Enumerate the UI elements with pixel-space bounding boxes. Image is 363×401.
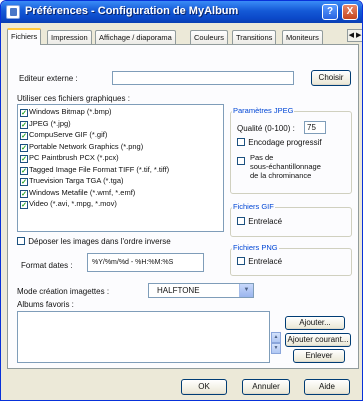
app-icon xyxy=(6,5,20,19)
arrow-down-icon[interactable]: ▼ xyxy=(271,343,281,354)
favorite-albums-list[interactable] xyxy=(17,311,270,363)
checkbox-gif[interactable]: ✓ xyxy=(20,132,28,140)
graphic-files-label: Utiliser ces fichiers graphiques : xyxy=(17,94,130,103)
tab-affichage-diaporama[interactable]: Affichage / diaporama xyxy=(95,30,176,44)
no-subsampling-label: Pas de sous-échantillonnage de la chromi… xyxy=(250,153,321,180)
checkbox-png[interactable]: ✓ xyxy=(20,143,28,152)
png-interlace-checkbox[interactable] xyxy=(237,257,245,265)
help-button[interactable]: ? xyxy=(322,4,338,20)
tab-moniteurs[interactable]: Moniteurs xyxy=(282,30,323,44)
list-item[interactable]: ✓ Portable Network Graphics (*.png) xyxy=(18,141,223,153)
remove-button[interactable]: Enlever xyxy=(293,349,345,363)
help-footer-button[interactable]: Aide xyxy=(304,379,350,395)
list-item[interactable]: ✓ Truevision Targa TGA (*.tga) xyxy=(18,175,223,187)
list-item[interactable]: ✓ Windows Metafile (*.wmf, *.emf) xyxy=(18,187,223,199)
thumbnail-mode-label: Mode création imagettes : xyxy=(17,287,110,296)
tab-panel-fichiers: Editeur externe : Choisir Utiliser ces f… xyxy=(7,44,359,369)
checkbox-wmf[interactable]: ✓ xyxy=(20,189,28,198)
preferences-dialog: Préférences - Configuration de MyAlbum ?… xyxy=(0,0,363,401)
list-item[interactable]: ✓ Tagged Image File Format TIFF (*.tif, *… xyxy=(18,164,223,176)
gif-group-title: Fichiers GIF xyxy=(232,202,275,211)
checkbox-tiff[interactable]: ✓ xyxy=(20,166,28,175)
title-bar[interactable]: Préférences - Configuration de MyAlbum ?… xyxy=(1,1,362,23)
tab-scroll-arrows-icon[interactable]: ◀ ▶ xyxy=(347,29,362,42)
window-title: Préférences - Configuration de MyAlbum xyxy=(25,5,239,17)
reverse-order-option[interactable]: Déposer les images dans l'ordre inverse xyxy=(17,237,171,246)
date-format-input[interactable]: %Y/%m/%d - %H:%M:%S xyxy=(87,253,204,272)
list-item[interactable]: ✓ JPEG (*.jpg) xyxy=(18,118,223,130)
list-item[interactable]: ✓ PC Paintbrush PCX (*.pcx) xyxy=(18,152,223,164)
jpeg-settings-title: Paramètres JPEG xyxy=(232,106,295,115)
quality-input[interactable]: 75 xyxy=(304,121,326,134)
arrow-up-icon[interactable]: ▲ xyxy=(271,332,281,343)
checkbox-bmp[interactable]: ✓ xyxy=(20,109,28,117)
add-button[interactable]: Ajouter... xyxy=(285,316,345,330)
gif-interlace-option[interactable]: Entrelacé xyxy=(237,217,282,226)
checkbox-jpeg[interactable]: ✓ xyxy=(20,120,28,129)
tab-fichiers[interactable]: Fichiers xyxy=(7,28,42,45)
list-item[interactable]: ✓ Windows Bitmap (*.bmp) xyxy=(18,106,223,118)
tab-transitions[interactable]: Transitions xyxy=(232,30,277,44)
close-button[interactable]: X xyxy=(342,4,358,20)
date-format-label: Format dates : xyxy=(21,261,73,270)
gif-interlace-checkbox[interactable] xyxy=(237,217,245,225)
cancel-button[interactable]: Annuler xyxy=(242,379,290,395)
chevron-down-icon[interactable]: ▼ xyxy=(239,284,253,297)
list-item[interactable]: ✓ CompuServe GIF (*.gif) xyxy=(18,129,223,141)
png-group-title: Fichiers PNG xyxy=(232,243,279,252)
progressive-checkbox[interactable] xyxy=(237,138,245,146)
favorite-albums-label: Albums favoris : xyxy=(17,300,74,309)
checkbox-video[interactable]: ✓ xyxy=(20,201,28,209)
choose-button[interactable]: Choisir xyxy=(311,70,351,86)
checkbox-pcx[interactable]: ✓ xyxy=(20,155,28,163)
graphic-files-list[interactable]: ✓ Windows Bitmap (*.bmp) ✓ JPEG (*.jpg) ✓ C… xyxy=(17,104,224,232)
thumbnail-mode-select[interactable]: HALFTONE ▼ xyxy=(148,283,254,298)
external-editor-label: Editeur externe : xyxy=(19,74,78,83)
ok-button[interactable]: OK xyxy=(181,379,227,395)
no-subsampling-checkbox[interactable] xyxy=(237,157,246,166)
tab-couleurs[interactable]: Couleurs xyxy=(190,30,229,44)
quality-label: Qualité (0-100) : xyxy=(237,124,295,133)
reverse-order-checkbox[interactable] xyxy=(17,237,25,245)
tab-strip: Fichiers Impression Affichage / diaporam… xyxy=(7,28,362,45)
tab-impression[interactable]: Impression xyxy=(47,30,92,44)
png-interlace-option[interactable]: Entrelacé xyxy=(237,257,282,266)
list-item[interactable]: ✓ Video (*.avi, *.mpg, *.mov) xyxy=(18,198,223,210)
move-up-down-spinner[interactable]: ▲ ▼ xyxy=(271,332,281,354)
external-editor-input[interactable] xyxy=(112,71,294,85)
progressive-option[interactable]: Encodage progressif xyxy=(237,138,322,147)
add-current-button[interactable]: Ajouter courant... xyxy=(285,333,351,347)
checkbox-tga[interactable]: ✓ xyxy=(20,178,28,186)
